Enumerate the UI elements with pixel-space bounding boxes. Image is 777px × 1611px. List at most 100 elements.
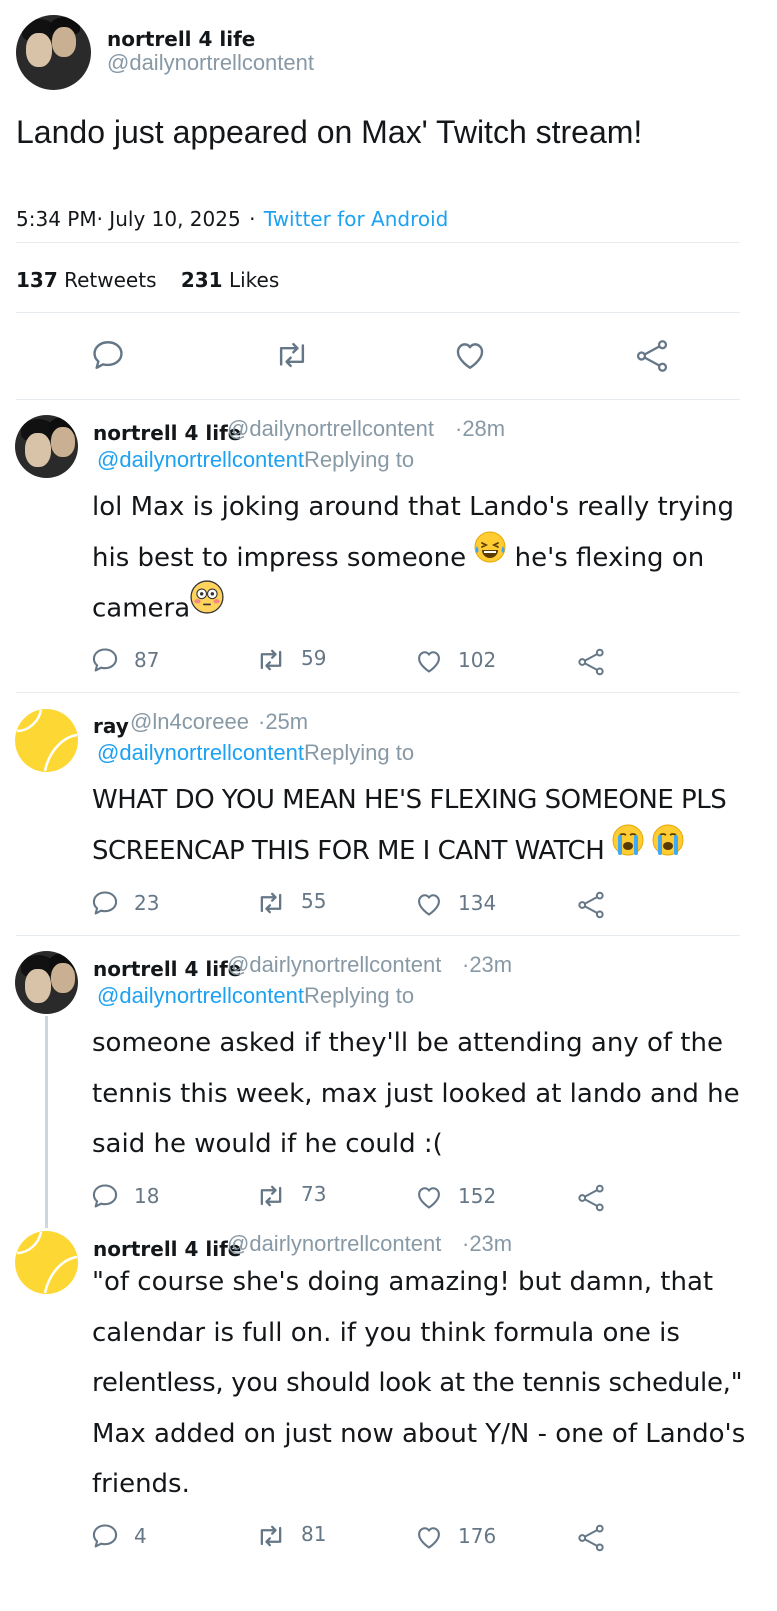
replying-to-label: Replying to: [304, 740, 415, 765]
retweet-count[interactable]: 55: [301, 889, 326, 913]
author-name[interactable]: ray: [93, 714, 129, 738]
avatar[interactable]: [15, 1231, 78, 1294]
tweet-time[interactable]: ·25m: [258, 709, 308, 735]
reply-count[interactable]: 18: [134, 1184, 159, 1208]
author-name[interactable]: nortrell 4 life: [93, 421, 241, 445]
replying-to-handle[interactable]: @dailynortrellcontent: [97, 447, 304, 472]
retweet-icon[interactable]: [255, 889, 287, 917]
author-handle[interactable]: @dailynortrellcontent: [227, 416, 434, 442]
like-icon[interactable]: [414, 1183, 444, 1211]
tweet-stats: 137 Retweets 231 Likes: [16, 268, 279, 292]
text-line: his best to impress someone he's flexing…: [92, 530, 752, 584]
tweet-date: · July 10, 2025: [96, 207, 241, 231]
tweet-time[interactable]: ·28m: [455, 416, 505, 442]
author-handle[interactable]: @ln4coreee: [130, 709, 249, 735]
retweet-icon[interactable]: [273, 338, 311, 372]
share-icon[interactable]: [576, 646, 606, 678]
like-icon[interactable]: [452, 338, 488, 372]
reply-count[interactable]: 23: [134, 891, 159, 915]
text-segment: his best to impress someone: [92, 542, 467, 573]
divider: [16, 935, 740, 936]
replying-to-handle[interactable]: @dailynortrellcontent: [97, 740, 304, 765]
text-segment: camera: [92, 593, 191, 624]
replying-to-label: Replying to: [304, 447, 415, 472]
replying-to-label: Replying to: [304, 983, 415, 1008]
text-line: SCREENCAP THIS FOR ME I CANT WATCH: [92, 823, 752, 877]
like-icon[interactable]: [414, 1523, 444, 1551]
reply-icon[interactable]: [91, 1182, 119, 1210]
tweet-text: Lando just appeared on Max' Twitch strea…: [16, 114, 643, 150]
tweet-time[interactable]: ·23m: [462, 952, 512, 978]
retweet-count[interactable]: 81: [301, 1522, 326, 1546]
text-line: relentless, you should look at the tenni…: [92, 1368, 743, 1398]
like-count[interactable]: 152: [458, 1184, 496, 1208]
author-handle[interactable]: @dairlynortrellcontent: [227, 952, 441, 978]
share-icon[interactable]: [634, 337, 670, 375]
retweet-icon[interactable]: [255, 1522, 287, 1550]
laughing-tears-emoji-icon: [474, 530, 506, 581]
retweets-label[interactable]: Retweets: [64, 268, 156, 292]
avatar[interactable]: [16, 15, 91, 90]
author-handle[interactable]: @dailynortrellcontent: [107, 50, 314, 76]
share-icon[interactable]: [576, 889, 606, 921]
text-segment: SCREENCAP THIS FOR ME I CANT WATCH: [92, 835, 605, 866]
text-line: said he would if he could :(: [92, 1129, 443, 1159]
replying-to: @dailynortrellcontentReplying to: [97, 983, 414, 1009]
author-name[interactable]: nortrell 4 life: [107, 27, 255, 51]
text-line: friends.: [92, 1469, 190, 1499]
like-icon[interactable]: [414, 647, 444, 675]
tweet-text: "of course she's doing amazing! but damn…: [92, 1257, 752, 1510]
text-line: calendar is full on. if you think formul…: [92, 1317, 680, 1348]
retweets-count[interactable]: 137: [16, 268, 58, 292]
retweet-icon[interactable]: [255, 646, 287, 674]
author-handle[interactable]: @dairlynortrellcontent: [227, 1231, 441, 1257]
divider: [16, 312, 740, 313]
replying-to: @dailynortrellcontentReplying to: [97, 447, 414, 473]
avatar[interactable]: [15, 951, 78, 1014]
text-line: Max added on just now about Y/N - one of…: [92, 1418, 746, 1449]
text-line: WHAT DO YOU MEAN HE'S FLEXING SOMEONE PL…: [92, 785, 727, 815]
loudly-crying-face-emoji-icon: [612, 823, 644, 874]
tweet-text: WHAT DO YOU MEAN HE'S FLEXING SOMEONE PL…: [92, 775, 752, 876]
reply-icon[interactable]: [91, 889, 119, 917]
retweet-count[interactable]: 59: [301, 646, 326, 670]
divider: [16, 692, 740, 693]
loudly-crying-face-emoji-icon: [652, 823, 684, 874]
replying-to: @dailynortrellcontentReplying to: [97, 740, 414, 766]
reply-count[interactable]: 87: [134, 648, 159, 672]
divider: [16, 399, 740, 400]
text-segment: he's flexing on: [506, 542, 705, 573]
tweet-time[interactable]: ·23m: [462, 1231, 512, 1257]
text-line: "of course she's doing amazing! but damn…: [92, 1267, 714, 1297]
avatar[interactable]: [15, 415, 78, 478]
author-name[interactable]: nortrell 4 life: [93, 957, 241, 981]
tweet-text: someone asked if they'll be attending an…: [92, 1018, 752, 1170]
share-icon[interactable]: [576, 1522, 606, 1554]
likes-count[interactable]: 231: [181, 268, 223, 292]
share-icon[interactable]: [576, 1182, 606, 1214]
avatar[interactable]: [15, 709, 78, 772]
tennis-ball-icon: [16, 1231, 78, 1294]
reply-icon[interactable]: [91, 338, 125, 372]
likes-label[interactable]: Likes: [229, 268, 279, 292]
tweet-timestamp: 5:34 PM· July 10, 2025 · Twitter for And…: [16, 207, 448, 231]
reply-icon[interactable]: [91, 1522, 119, 1550]
retweet-icon[interactable]: [255, 1182, 287, 1210]
reply-icon[interactable]: [91, 646, 119, 674]
like-count[interactable]: 102: [458, 648, 496, 672]
tweet-time: 5:34 PM: [16, 207, 97, 231]
reply-count[interactable]: 4: [134, 1524, 147, 1548]
source-separator: ·: [249, 207, 256, 231]
text-line: lol Max is joking around that Lando's re…: [92, 492, 734, 522]
like-icon[interactable]: [414, 890, 444, 918]
like-count[interactable]: 176: [458, 1524, 496, 1548]
tweet-text: lol Max is joking around that Lando's re…: [92, 482, 752, 635]
like-count[interactable]: 134: [458, 891, 496, 915]
replying-to-handle[interactable]: @dailynortrellcontent: [97, 983, 304, 1008]
tweet-source-link[interactable]: Twitter for Android: [264, 207, 449, 231]
text-line: camera: [92, 580, 752, 635]
flushed-face-emoji-icon: [190, 580, 224, 632]
retweet-count[interactable]: 73: [301, 1182, 326, 1206]
text-line: someone asked if they'll be attending an…: [92, 1028, 723, 1058]
divider: [16, 242, 740, 243]
